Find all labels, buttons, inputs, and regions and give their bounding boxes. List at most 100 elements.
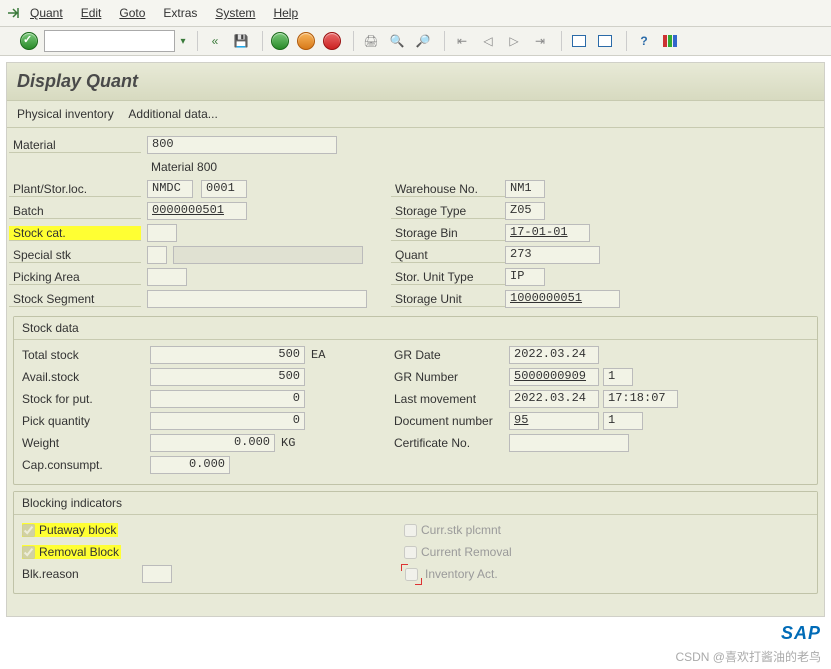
label-weight: Weight	[18, 436, 150, 451]
menu-app-icon[interactable]	[6, 5, 22, 21]
field-pickq[interactable]: 0	[150, 412, 305, 430]
field-doc-item[interactable]: 1	[603, 412, 643, 430]
back-chevrons-icon[interactable]: «	[204, 30, 226, 52]
chk-curstk	[404, 524, 417, 537]
print-icon: 🖨	[360, 30, 382, 52]
label-invact: Inventory Act.	[425, 567, 498, 581]
save-icon: 💾	[230, 30, 252, 52]
field-sbin[interactable]: 17-01-01	[505, 224, 590, 242]
title-band: Display Quant	[7, 63, 824, 101]
chk-putaway-block[interactable]	[22, 524, 35, 537]
field-sloc[interactable]: 0001	[201, 180, 247, 198]
group-stockdata: Stock data Total stock 500 EA Avail.stoc…	[13, 316, 818, 485]
field-grdate[interactable]: 2022.03.24	[509, 346, 599, 364]
menu-system[interactable]: System	[215, 6, 255, 20]
separator	[197, 31, 198, 51]
field-special-partner[interactable]	[173, 246, 363, 264]
label-putaway-block: Putaway block	[39, 523, 116, 537]
label-stockcat: Stock cat.	[9, 226, 141, 241]
menu-quant[interactable]: Quant	[30, 6, 63, 20]
field-material[interactable]: 800	[147, 136, 337, 154]
group-blocking: Blocking indicators Putaway block Remova…	[13, 491, 818, 594]
field-styp[interactable]: Z05	[505, 202, 545, 220]
new-session-icon[interactable]	[568, 30, 590, 52]
btn-physical-inventory[interactable]: Physical inventory	[17, 107, 114, 121]
label-sbin: Storage Bin	[391, 226, 505, 241]
help-icon[interactable]: ?	[633, 30, 655, 52]
separator	[444, 31, 445, 51]
chk-invact	[405, 568, 418, 581]
label-pickarea: Picking Area	[9, 270, 141, 285]
label-forput: Stock for put.	[18, 392, 150, 407]
field-plant[interactable]: NMDC	[147, 180, 193, 198]
label-styp: Storage Type	[391, 204, 505, 219]
app-toolbar: Physical inventory Additional data...	[7, 101, 824, 128]
find-icon: 🔍	[386, 30, 408, 52]
field-total[interactable]: 500	[150, 346, 305, 364]
label-cap: Cap.consumpt.	[18, 458, 150, 473]
field-cap[interactable]: 0.000	[150, 456, 230, 474]
field-segment[interactable]	[147, 290, 367, 308]
footer: SAP	[0, 617, 831, 648]
command-input[interactable]	[44, 30, 175, 52]
field-weight[interactable]: 0.000	[150, 434, 275, 452]
label-plant: Plant/Stor.loc.	[9, 182, 141, 197]
separator	[262, 31, 263, 51]
field-avail[interactable]: 500	[150, 368, 305, 386]
menu-goto[interactable]: Goto	[119, 6, 145, 20]
field-stockcat[interactable]	[147, 224, 177, 242]
field-lastmv-time[interactable]: 17:18:07	[603, 390, 678, 408]
field-lastmv-date[interactable]: 2022.03.24	[509, 390, 599, 408]
field-special[interactable]	[147, 246, 167, 264]
customize-icon[interactable]	[659, 30, 681, 52]
label-removal-block: Removal Block	[39, 545, 119, 559]
field-sutype[interactable]: IP	[505, 268, 545, 286]
label-cert: Certificate No.	[390, 436, 509, 451]
menu-help[interactable]: Help	[273, 6, 298, 20]
field-cert[interactable]	[509, 434, 629, 452]
toolbar: ▾ « 💾 🖨 🔍 🔎 ⇤ ◁ ▷ ⇥ ?	[0, 27, 831, 56]
separator	[561, 31, 562, 51]
group-blocking-title: Blocking indicators	[14, 492, 817, 515]
label-sutype: Stor. Unit Type	[391, 270, 505, 285]
label-doc: Document number	[390, 414, 509, 429]
label-batch: Batch	[9, 204, 141, 219]
chk-curremoval	[404, 546, 417, 559]
group-stockdata-title: Stock data	[14, 317, 817, 340]
menubar: Quant Edit Goto Extras System Help	[0, 0, 831, 27]
watermark: CSDN @喜欢打酱油的老鸟	[675, 648, 821, 665]
find-next-icon: 🔎	[412, 30, 434, 52]
command-dropdown[interactable]: ▾	[175, 36, 191, 47]
field-material-desc: Material 800	[147, 160, 217, 174]
field-batch[interactable]: 0000000501	[147, 202, 247, 220]
sap-logo: SAP	[781, 623, 821, 643]
label-lastmv: Last movement	[390, 392, 509, 407]
field-doc[interactable]: 95	[509, 412, 599, 430]
field-whs[interactable]: NM1	[505, 180, 545, 198]
exit-button[interactable]	[295, 30, 317, 52]
header-form: Material 800 Material 800 Plant/Stor.loc…	[7, 128, 824, 596]
btn-additional-data[interactable]: Additional data...	[128, 107, 217, 121]
menu-extras[interactable]: Extras	[163, 6, 197, 20]
separator	[626, 31, 627, 51]
field-quant[interactable]: 273	[505, 246, 600, 264]
field-grnum-item[interactable]: 1	[603, 368, 633, 386]
field-forput[interactable]: 0	[150, 390, 305, 408]
label-material: Material	[9, 138, 141, 153]
menu-edit[interactable]: Edit	[81, 6, 102, 20]
back-button[interactable]	[269, 30, 291, 52]
enter-button[interactable]	[18, 30, 40, 52]
chk-removal-block[interactable]	[22, 546, 35, 559]
label-segment: Stock Segment	[9, 292, 141, 307]
layout-icon[interactable]	[594, 30, 616, 52]
label-blank	[9, 167, 141, 168]
cancel-button[interactable]	[321, 30, 343, 52]
prev-page-icon: ◁	[477, 30, 499, 52]
label-grnum: GR Number	[390, 370, 509, 385]
field-grnum[interactable]: 5000000909	[509, 368, 599, 386]
field-blkreason[interactable]	[142, 565, 172, 583]
field-pickarea[interactable]	[147, 268, 187, 286]
focus-marker-icon	[404, 567, 419, 582]
field-sunit[interactable]: 1000000051	[505, 290, 620, 308]
label-curremoval: Current Removal	[421, 545, 512, 559]
